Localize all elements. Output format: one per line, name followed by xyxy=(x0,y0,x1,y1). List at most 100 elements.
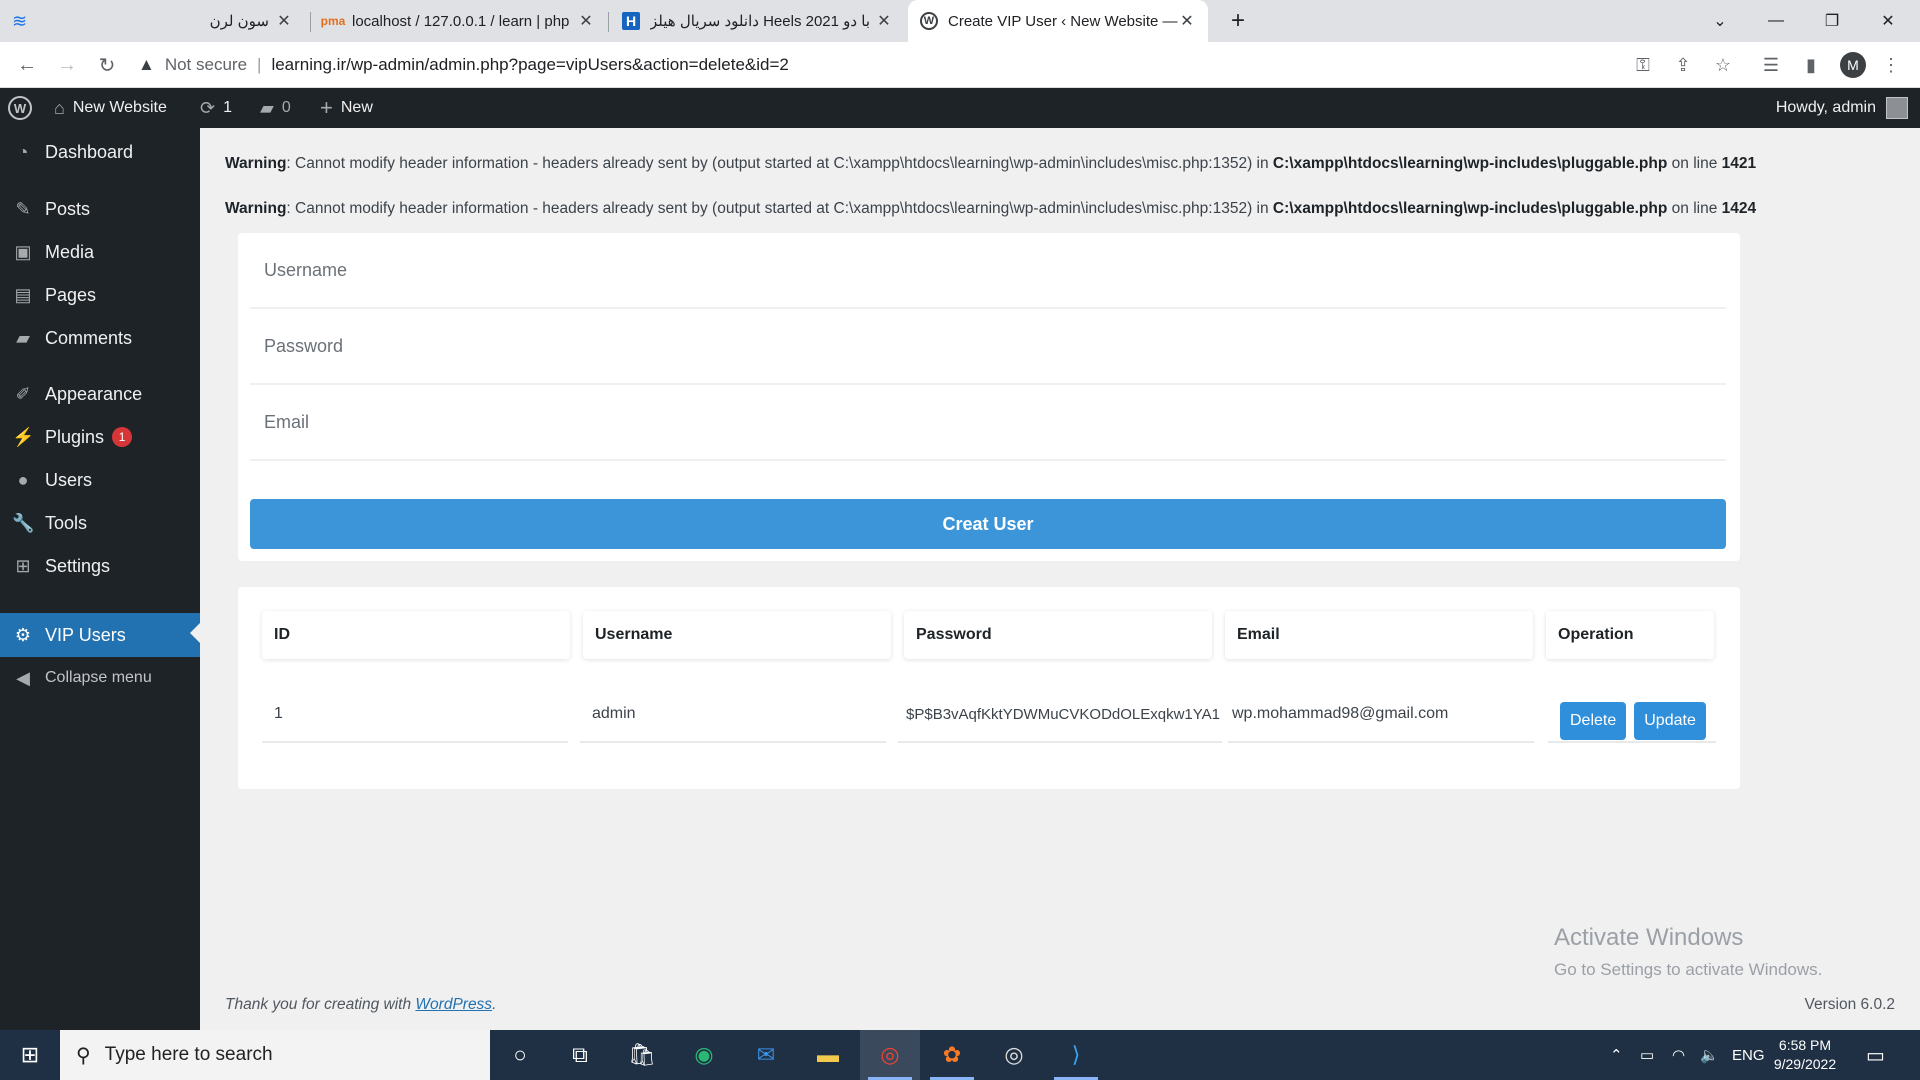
file-explorer-app[interactable]: ▬ xyxy=(798,1030,858,1080)
tab-title: دانلود سریال هیلز Heels 2021 با دو xyxy=(650,13,870,30)
profile-avatar[interactable]: M xyxy=(1840,52,1866,78)
url-text: learning.ir/wp-admin/admin.php?page=vipU… xyxy=(271,55,789,74)
sidebar-item-label: Comments xyxy=(45,327,133,348)
restore-button[interactable]: ❐ xyxy=(1804,0,1860,42)
sidebar-item-users[interactable]: ● Users xyxy=(0,460,200,500)
start-button[interactable]: ⊞ xyxy=(0,1030,60,1080)
collapse-label: Collapse menu xyxy=(45,669,152,686)
sidebar-item-plugins[interactable]: ⚡ Plugins 1 xyxy=(0,417,200,457)
forward-button[interactable]: → xyxy=(52,50,82,80)
tab-serial-download[interactable]: H دانلود سریال هیلز Heels 2021 با دو ✕ xyxy=(610,0,905,42)
share-icon: ⇪ xyxy=(1675,54,1691,75)
sidebar-item-label: Posts xyxy=(45,198,91,219)
battery-indicator[interactable]: ▭ xyxy=(1640,1030,1654,1080)
tab-create-vip-user[interactable]: W Create VIP User ‹ New Website — ✕ xyxy=(908,0,1208,42)
cortana-button[interactable]: ○ xyxy=(490,1030,550,1080)
create-user-button[interactable]: Creat User xyxy=(250,499,1726,549)
sidebar-item-tools[interactable]: 🔧 Tools xyxy=(0,503,200,543)
reading-list-button[interactable]: ☰ xyxy=(1756,50,1786,80)
sidebar-item-label: Media xyxy=(45,241,95,262)
comment-icon: ▰ xyxy=(16,327,30,348)
volume-indicator[interactable]: 🔈 xyxy=(1700,1030,1719,1080)
comments-link[interactable]: ▰ 0 xyxy=(260,88,291,128)
mail-app[interactable]: ✉ xyxy=(736,1030,796,1080)
close-icon[interactable]: ✕ xyxy=(577,11,595,31)
footer-version: Version 6.0.2 xyxy=(1804,996,1895,1013)
taskbar-search[interactable]: ⚲ Type here to search xyxy=(60,1030,490,1080)
tab-search-button[interactable]: ≋ xyxy=(0,0,60,42)
close-window-button[interactable]: ✕ xyxy=(1860,0,1916,42)
tab-phpmyadmin[interactable]: pma localhost / 127.0.0.1 / learn | php … xyxy=(312,0,607,42)
sidebar-item-appearance[interactable]: ✐ Appearance xyxy=(0,374,200,414)
username-field[interactable] xyxy=(250,233,1726,309)
sidebar-item-label: Plugins xyxy=(45,426,105,447)
watermark-subtitle: Go to Settings to activate Windows. xyxy=(1554,960,1823,979)
warning-on-line: on line xyxy=(1667,155,1722,172)
username-input[interactable] xyxy=(264,259,1726,281)
vscode-app[interactable]: ⟩ xyxy=(1046,1030,1106,1080)
dashboard-icon: ◔ xyxy=(17,141,29,162)
wifi-indicator[interactable]: ◠ xyxy=(1672,1030,1685,1080)
email-field[interactable] xyxy=(250,385,1726,461)
xampp-icon: ✿ xyxy=(942,1042,962,1067)
system-clock[interactable]: 6:58 PM 9/29/2022 xyxy=(1760,1036,1850,1074)
close-icon: ✕ xyxy=(1881,13,1895,30)
password-key-button[interactable]: ⚿ xyxy=(1628,50,1658,80)
task-view-button[interactable]: ⧉ xyxy=(550,1030,610,1080)
xampp-app[interactable]: ✿ xyxy=(922,1030,982,1080)
wp-logo-button[interactable]: W xyxy=(8,88,32,128)
back-button[interactable]: ← xyxy=(12,50,42,80)
account-menu[interactable]: Howdy, admin xyxy=(1776,88,1908,128)
edge-app[interactable]: ◉ xyxy=(674,1030,734,1080)
email-input[interactable] xyxy=(264,411,1726,433)
new-tab-button[interactable]: + xyxy=(1218,0,1258,42)
php-warning: Warning: Cannot modify header informatio… xyxy=(225,200,1756,218)
show-hidden-icons-button[interactable]: ⌃ xyxy=(1610,1030,1623,1080)
address-bar[interactable]: ▲ Not secure | learning.ir/wp-admin/admi… xyxy=(138,47,1778,83)
create-user-form: Creat User xyxy=(238,233,1740,561)
minimize-button[interactable]: — xyxy=(1748,0,1804,42)
chrome-menu-button[interactable]: ⋮ xyxy=(1876,50,1906,80)
bookmark-button[interactable]: ☆ xyxy=(1708,50,1738,80)
sidebar-item-pages[interactable]: ▤ Pages xyxy=(0,275,200,315)
chevron-down-icon: ⌄ xyxy=(1713,13,1727,30)
media-app[interactable]: ◎ xyxy=(984,1030,1044,1080)
update-button[interactable]: Update xyxy=(1634,702,1706,740)
sidebar-item-vip-users[interactable]: ⚙ VIP Users xyxy=(0,613,200,657)
sidebar-item-media[interactable]: ▣ Media xyxy=(0,232,200,272)
close-icon[interactable]: ✕ xyxy=(275,11,293,31)
site-name-link[interactable]: ⌂ New Website xyxy=(54,88,167,128)
wordpress-link[interactable]: WordPress xyxy=(415,996,492,1013)
close-icon[interactable]: ✕ xyxy=(875,11,893,31)
gear-icon: ⚙ xyxy=(14,624,32,645)
tab-list-button[interactable]: ⌄ xyxy=(1692,0,1748,42)
chrome-app[interactable]: ◎ xyxy=(860,1030,920,1080)
notifications-button[interactable]: ▭ xyxy=(1866,1030,1885,1080)
wp-admin-bar: W ⌂ New Website ⟳ 1 ▰ 0 + New Howdy, adm… xyxy=(0,88,1920,128)
collapse-menu-button[interactable]: ◀ Collapse menu xyxy=(0,658,200,698)
windows-taskbar: ⊞ ⚲ Type here to search ○ ⧉ 🛍 ◉ ✉ ▬ ◎ ✿ … xyxy=(0,1030,1920,1080)
speaker-icon: 🔈 xyxy=(1700,1047,1719,1064)
side-panel-button[interactable]: ▮ xyxy=(1796,50,1826,80)
updates-link[interactable]: ⟳ 1 xyxy=(200,88,232,128)
new-content-link[interactable]: + New xyxy=(320,88,373,128)
sidebar-item-posts[interactable]: ✎ Posts xyxy=(0,189,200,229)
clock-time: 6:58 PM xyxy=(1778,1037,1832,1053)
sidebar-item-dashboard[interactable]: ◔ Dashboard xyxy=(0,132,200,172)
sidebar-item-label: VIP Users xyxy=(45,624,126,645)
delete-button[interactable]: Delete xyxy=(1560,702,1627,740)
close-icon[interactable]: ✕ xyxy=(1178,11,1196,31)
store-app[interactable]: 🛍 xyxy=(612,1030,672,1080)
tab-sevenlearn[interactable]: سون لرن ✕ xyxy=(190,0,305,42)
sidebar-item-comments[interactable]: ▰ Comments xyxy=(0,318,200,358)
password-field[interactable] xyxy=(250,309,1726,385)
sidebar-item-settings[interactable]: ⊞ Settings xyxy=(0,546,200,586)
disc-icon: ◎ xyxy=(1004,1042,1024,1067)
search-placeholder: Type here to search xyxy=(104,1044,273,1065)
comment-icon: ▰ xyxy=(260,97,274,118)
reading-list-icon: ☰ xyxy=(1762,54,1780,75)
collapse-icon: ◀ xyxy=(16,667,30,688)
reload-button[interactable]: ↻ xyxy=(92,50,122,80)
password-input[interactable] xyxy=(264,335,1726,357)
share-button[interactable]: ⇪ xyxy=(1668,50,1698,80)
